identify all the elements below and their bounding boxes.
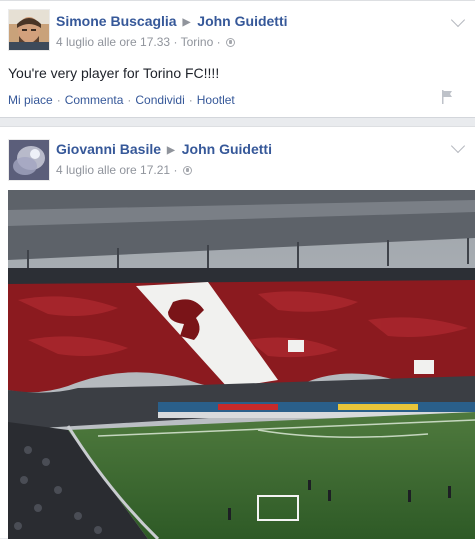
flag-icon[interactable] — [441, 90, 453, 104]
post-timestamp[interactable]: 4 luglio alle ore 17.33 — [56, 35, 170, 49]
post-header: Simone Buscaglia ▶ John Guidetti 4 luglio … — [56, 13, 445, 49]
post-actions: Mi piace · Commenta · Condividi · Hootlet — [8, 93, 235, 107]
triangle-right-icon: ▶ — [167, 145, 175, 156]
author-avatar[interactable] — [8, 9, 50, 51]
target-name[interactable]: John Guidetti — [197, 13, 287, 29]
hootlet-link[interactable]: Hootlet — [197, 93, 235, 107]
comment-link[interactable]: Commenta — [65, 93, 124, 107]
feed-post: Giovanni Basile ▶ John Guidetti 4 luglio a… — [0, 126, 475, 539]
post-location[interactable]: Torino — [181, 35, 214, 49]
post-text: You're very player for Torino FC!!!! — [8, 65, 220, 81]
post-meta: 4 luglio alle ore 17.21 · — [56, 163, 445, 177]
globe-icon[interactable] — [182, 166, 192, 175]
target-name[interactable]: John Guidetti — [182, 141, 272, 157]
globe-icon[interactable] — [225, 38, 235, 47]
triangle-right-icon: ▶ — [182, 17, 191, 28]
feed-post: Simone Buscaglia ▶ John Guidetti 4 luglio … — [0, 0, 475, 118]
chevron-down-icon[interactable] — [450, 12, 466, 28]
share-link[interactable]: Condividi — [135, 93, 184, 107]
author-name[interactable]: Simone Buscaglia — [56, 13, 177, 29]
chevron-down-icon[interactable] — [450, 138, 466, 154]
post-photo[interactable] — [8, 190, 475, 539]
author-avatar[interactable] — [8, 139, 50, 181]
post-header: Giovanni Basile ▶ John Guidetti 4 luglio a… — [56, 141, 445, 177]
author-line: Giovanni Basile ▶ John Guidetti — [56, 141, 445, 157]
post-timestamp[interactable]: 4 luglio alle ore 17.21 — [56, 163, 170, 177]
author-line: Simone Buscaglia ▶ John Guidetti — [56, 13, 445, 29]
post-meta: 4 luglio alle ore 17.33 · Torino · — [56, 35, 445, 49]
author-name[interactable]: Giovanni Basile — [56, 141, 161, 157]
like-link[interactable]: Mi piace — [8, 93, 53, 107]
